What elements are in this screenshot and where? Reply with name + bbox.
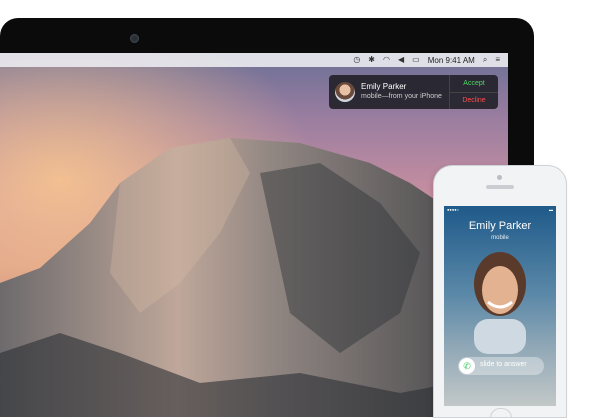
decline-button[interactable]: Decline <box>450 92 498 109</box>
menu-icon[interactable]: ≡ <box>495 55 500 65</box>
search-icon[interactable]: ⌕ <box>483 55 487 65</box>
battery-icon: ▬ <box>549 207 553 212</box>
caller-photo <box>474 252 526 354</box>
iphone-caller-name: Emily Parker <box>468 220 532 232</box>
notification-caller-detail: mobile—from your iPhone <box>361 93 442 100</box>
mac-desktop: ◷ ✱ ◠ ◀ ▭ Mon 9:41 AM ⌕ ≡ Emily Parker m… <box>0 53 508 417</box>
front-camera-icon <box>497 175 502 180</box>
accept-button[interactable]: Accept <box>450 75 498 93</box>
avatar <box>335 82 355 102</box>
iphone-caller-detail: mobile <box>491 235 509 241</box>
battery-icon[interactable]: ▭ <box>412 55 420 65</box>
phone-icon[interactable]: ✆ <box>459 358 475 374</box>
iphone-call-screen: ●●●●○ ▬ Emily Parker mobile ✆ slide to a… <box>444 206 556 406</box>
iphone-status-bar: ●●●●○ ▬ <box>444 206 556 214</box>
wifi-icon[interactable]: ◠ <box>383 55 390 65</box>
volume-icon[interactable]: ◀ <box>398 55 404 65</box>
clock-icon[interactable]: ◷ <box>353 55 360 65</box>
earpiece <box>486 185 514 189</box>
menu-bar-clock[interactable]: Mon 9:41 AM <box>428 56 475 65</box>
bluetooth-icon[interactable]: ✱ <box>368 55 375 65</box>
iphone: ●●●●○ ▬ Emily Parker mobile ✆ slide to a… <box>434 166 566 418</box>
notification-actions: Accept Decline <box>449 75 498 109</box>
camera-icon <box>130 34 139 43</box>
incoming-call-notification: Emily Parker mobile—from your iPhone Acc… <box>329 75 498 109</box>
signal-icon: ●●●●○ <box>447 207 460 212</box>
slide-to-answer-slider[interactable]: ✆ slide to answer <box>458 357 544 375</box>
menu-bar: ◷ ✱ ◠ ◀ ▭ Mon 9:41 AM ⌕ ≡ <box>0 53 508 67</box>
notification-caller-name: Emily Parker <box>361 82 407 91</box>
slide-to-answer-label: slide to answer <box>480 361 527 368</box>
